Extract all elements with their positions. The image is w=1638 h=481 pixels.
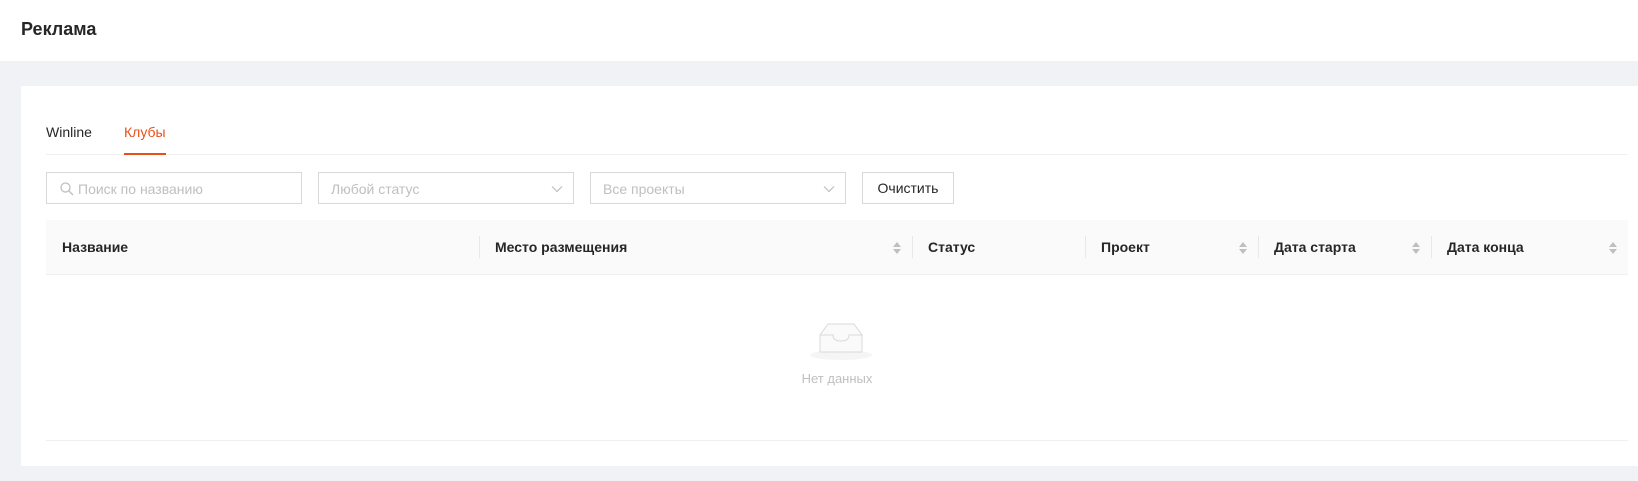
column-divider (1431, 236, 1432, 258)
column-divider (479, 236, 480, 258)
clear-button[interactable]: Очистить (862, 172, 954, 204)
column-label: Место размещения (495, 239, 628, 255)
table-header: Название Место размещения Статус Проект … (46, 220, 1628, 275)
chevron-down-icon (551, 186, 563, 193)
column-divider (1085, 236, 1086, 258)
sort-icon[interactable] (1411, 241, 1421, 255)
page-header: Реклама (0, 0, 1638, 61)
column-header-start-date[interactable]: Дата старта (1258, 220, 1431, 275)
column-divider (1258, 236, 1259, 258)
column-label: Статус (928, 239, 976, 255)
chevron-down-icon (823, 186, 835, 193)
sort-icon[interactable] (892, 241, 902, 255)
tab-winline[interactable]: Winline (46, 124, 92, 155)
project-select[interactable]: Все проекты (590, 172, 846, 204)
column-header-end-date[interactable]: Дата конца (1431, 220, 1628, 275)
project-placeholder: Все проекты (603, 181, 685, 197)
empty-inbox-icon (810, 323, 872, 360)
content-card: Winline Клубы Поиск по названию Любой ст… (21, 86, 1638, 466)
column-label: Проект (1101, 239, 1150, 255)
column-label: Дата старта (1274, 239, 1356, 255)
sort-icon[interactable] (1238, 241, 1248, 255)
column-label: Название (62, 239, 129, 255)
page-title: Реклама (21, 19, 97, 39)
empty-text: Нет данных (801, 371, 873, 386)
column-label: Дата конца (1447, 239, 1524, 255)
sort-icon[interactable] (1608, 241, 1618, 255)
column-divider (912, 236, 913, 258)
column-header-project[interactable]: Проект (1085, 220, 1258, 275)
search-placeholder: Поиск по названию (78, 181, 203, 197)
search-icon (60, 182, 74, 196)
search-input[interactable]: Поиск по названию (46, 172, 302, 204)
column-header-placement[interactable]: Место размещения (479, 220, 912, 275)
empty-state: Нет данных (46, 275, 1628, 441)
status-select[interactable]: Любой статус (318, 172, 574, 204)
tab-bar: Winline Клубы (46, 86, 1628, 155)
column-header-status: Статус (912, 220, 1085, 275)
tab-clubs[interactable]: Клубы (124, 124, 166, 155)
status-placeholder: Любой статус (331, 181, 420, 197)
column-header-name: Название (46, 220, 479, 275)
